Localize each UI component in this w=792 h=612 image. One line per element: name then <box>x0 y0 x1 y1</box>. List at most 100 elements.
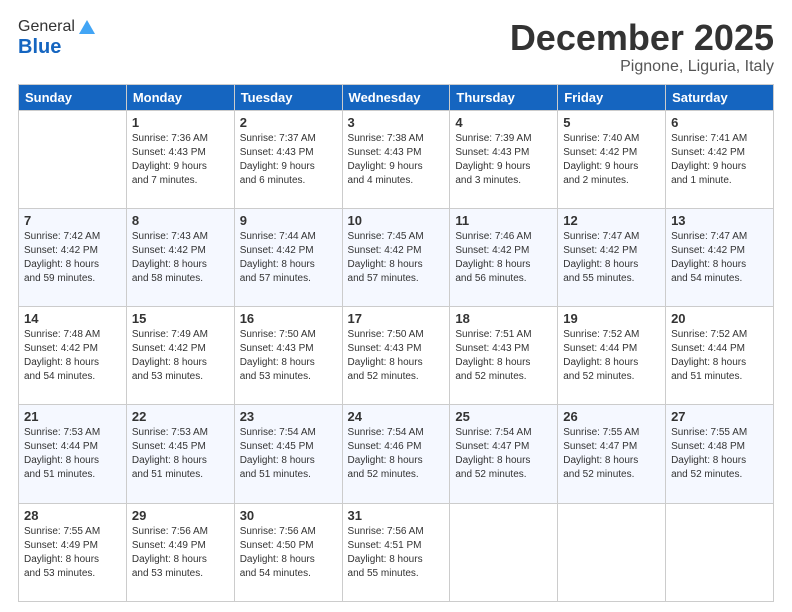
calendar-week-3: 14 Sunrise: 7:48 AM Sunset: 4:42 PM Dayli… <box>19 307 774 405</box>
calendar-cell: 4Sunrise: 7:39 AM Sunset: 4:43 PM Daylig… <box>450 110 558 208</box>
calendar-cell <box>558 503 666 601</box>
day-number: 22 <box>132 409 229 424</box>
logo: General Blue <box>18 18 95 59</box>
day-number: 15 <box>132 311 229 326</box>
col-friday: Friday <box>558 84 666 110</box>
day-info: Sunrise: 7:52 AM Sunset: 4:44 PM Dayligh… <box>563 328 660 384</box>
calendar-cell: 29Sunrise: 7:56 AM Sunset: 4:49 PM Dayli… <box>126 503 234 601</box>
month-title: December 2025 <box>510 18 774 58</box>
day-info: Sunrise: 7:52 AM Sunset: 4:44 PM Dayligh… <box>671 328 768 384</box>
calendar-cell: 11 Sunrise: 7:46 AM Sunset: 4:42 PM Dayli… <box>450 208 558 306</box>
day-number: 28 <box>24 508 121 523</box>
day-number: 21 <box>24 409 121 424</box>
header-row: Sunday Monday Tuesday Wednesday Thursday… <box>19 84 774 110</box>
calendar-cell: 27Sunrise: 7:55 AM Sunset: 4:48 PM Dayli… <box>666 405 774 503</box>
calendar-cell: 17Sunrise: 7:50 AM Sunset: 4:43 PM Dayli… <box>342 307 450 405</box>
calendar-cell: 24Sunrise: 7:54 AM Sunset: 4:46 PM Dayli… <box>342 405 450 503</box>
col-thursday: Thursday <box>450 84 558 110</box>
calendar-cell <box>666 503 774 601</box>
calendar-cell: 6Sunrise: 7:41 AM Sunset: 4:42 PM Daylig… <box>666 110 774 208</box>
day-number: 12 <box>563 213 660 228</box>
col-monday: Monday <box>126 84 234 110</box>
day-number: 13 <box>671 213 768 228</box>
day-info: Sunrise: 7:54 AM Sunset: 4:45 PM Dayligh… <box>240 426 337 482</box>
day-info: Sunrise: 7:45 AM Sunset: 4:42 PM Dayligh… <box>348 230 445 286</box>
calendar-cell: 23Sunrise: 7:54 AM Sunset: 4:45 PM Dayli… <box>234 405 342 503</box>
calendar-cell <box>19 110 127 208</box>
day-number: 31 <box>348 508 445 523</box>
day-number: 5 <box>563 115 660 130</box>
calendar-cell: 28 Sunrise: 7:55 AM Sunset: 4:49 PM Dayli… <box>19 503 127 601</box>
calendar-cell: 25Sunrise: 7:54 AM Sunset: 4:47 PM Dayli… <box>450 405 558 503</box>
calendar-week-5: 28 Sunrise: 7:55 AM Sunset: 4:49 PM Dayli… <box>19 503 774 601</box>
calendar-cell: 3 Sunrise: 7:38 AM Sunset: 4:43 PM Daylig… <box>342 110 450 208</box>
calendar-cell: 1 Sunrise: 7:36 AM Sunset: 4:43 PM Daylig… <box>126 110 234 208</box>
col-wednesday: Wednesday <box>342 84 450 110</box>
calendar-week-1: 1 Sunrise: 7:36 AM Sunset: 4:43 PM Daylig… <box>19 110 774 208</box>
day-info: Sunrise: 7:51 AM Sunset: 4:43 PM Dayligh… <box>455 328 552 384</box>
day-number: 19 <box>563 311 660 326</box>
calendar-week-4: 21 Sunrise: 7:53 AM Sunset: 4:44 PM Dayli… <box>19 405 774 503</box>
logo-general-text: General <box>18 18 75 36</box>
calendar-cell: 14 Sunrise: 7:48 AM Sunset: 4:42 PM Dayli… <box>19 307 127 405</box>
logo-blue-text: Blue <box>18 36 61 59</box>
day-info: Sunrise: 7:46 AM Sunset: 4:42 PM Dayligh… <box>455 230 552 286</box>
day-info: Sunrise: 7:47 AM Sunset: 4:42 PM Dayligh… <box>563 230 660 286</box>
day-number: 1 <box>132 115 229 130</box>
day-number: 18 <box>455 311 552 326</box>
calendar-cell: 31 Sunrise: 7:56 AM Sunset: 4:51 PM Dayli… <box>342 503 450 601</box>
calendar-cell: 15 Sunrise: 7:49 AM Sunset: 4:42 PM Dayli… <box>126 307 234 405</box>
calendar-cell: 19 Sunrise: 7:52 AM Sunset: 4:44 PM Dayli… <box>558 307 666 405</box>
day-number: 25 <box>455 409 552 424</box>
day-number: 11 <box>455 213 552 228</box>
day-number: 26 <box>563 409 660 424</box>
calendar-cell: 12 Sunrise: 7:47 AM Sunset: 4:42 PM Dayli… <box>558 208 666 306</box>
calendar-cell: 8 Sunrise: 7:43 AM Sunset: 4:42 PM Daylig… <box>126 208 234 306</box>
calendar-table: Sunday Monday Tuesday Wednesday Thursday… <box>18 84 774 602</box>
day-number: 14 <box>24 311 121 326</box>
calendar-cell: 5Sunrise: 7:40 AM Sunset: 4:42 PM Daylig… <box>558 110 666 208</box>
calendar-cell: 22Sunrise: 7:53 AM Sunset: 4:45 PM Dayli… <box>126 405 234 503</box>
calendar-cell: 21 Sunrise: 7:53 AM Sunset: 4:44 PM Dayli… <box>19 405 127 503</box>
location: Pignone, Liguria, Italy <box>510 58 774 76</box>
day-number: 6 <box>671 115 768 130</box>
day-info: Sunrise: 7:53 AM Sunset: 4:44 PM Dayligh… <box>24 426 121 482</box>
day-number: 7 <box>24 213 121 228</box>
day-info: Sunrise: 7:55 AM Sunset: 4:47 PM Dayligh… <box>563 426 660 482</box>
day-info: Sunrise: 7:56 AM Sunset: 4:51 PM Dayligh… <box>348 525 445 581</box>
col-sunday: Sunday <box>19 84 127 110</box>
day-number: 30 <box>240 508 337 523</box>
page-container: General Blue December 2025 Pignone, Ligu… <box>0 0 792 612</box>
calendar-cell: 7Sunrise: 7:42 AM Sunset: 4:42 PM Daylig… <box>19 208 127 306</box>
day-number: 10 <box>348 213 445 228</box>
day-info: Sunrise: 7:55 AM Sunset: 4:49 PM Dayligh… <box>24 525 121 581</box>
day-number: 27 <box>671 409 768 424</box>
day-info: Sunrise: 7:47 AM Sunset: 4:42 PM Dayligh… <box>671 230 768 286</box>
calendar-cell: 9Sunrise: 7:44 AM Sunset: 4:42 PM Daylig… <box>234 208 342 306</box>
logo-icon <box>77 18 95 36</box>
calendar-week-2: 7Sunrise: 7:42 AM Sunset: 4:42 PM Daylig… <box>19 208 774 306</box>
day-info: Sunrise: 7:50 AM Sunset: 4:43 PM Dayligh… <box>348 328 445 384</box>
col-saturday: Saturday <box>666 84 774 110</box>
day-info: Sunrise: 7:38 AM Sunset: 4:43 PM Dayligh… <box>348 132 445 188</box>
day-info: Sunrise: 7:36 AM Sunset: 4:43 PM Dayligh… <box>132 132 229 188</box>
day-number: 16 <box>240 311 337 326</box>
day-info: Sunrise: 7:39 AM Sunset: 4:43 PM Dayligh… <box>455 132 552 188</box>
calendar-cell: 20Sunrise: 7:52 AM Sunset: 4:44 PM Dayli… <box>666 307 774 405</box>
day-info: Sunrise: 7:56 AM Sunset: 4:50 PM Dayligh… <box>240 525 337 581</box>
day-info: Sunrise: 7:48 AM Sunset: 4:42 PM Dayligh… <box>24 328 121 384</box>
calendar-cell: 18 Sunrise: 7:51 AM Sunset: 4:43 PM Dayli… <box>450 307 558 405</box>
calendar-cell: 13 Sunrise: 7:47 AM Sunset: 4:42 PM Dayli… <box>666 208 774 306</box>
day-info: Sunrise: 7:49 AM Sunset: 4:42 PM Dayligh… <box>132 328 229 384</box>
day-number: 9 <box>240 213 337 228</box>
day-number: 8 <box>132 213 229 228</box>
day-info: Sunrise: 7:43 AM Sunset: 4:42 PM Dayligh… <box>132 230 229 286</box>
calendar-cell: 10 Sunrise: 7:45 AM Sunset: 4:42 PM Dayli… <box>342 208 450 306</box>
calendar-cell <box>450 503 558 601</box>
calendar-cell: 30 Sunrise: 7:56 AM Sunset: 4:50 PM Dayli… <box>234 503 342 601</box>
col-tuesday: Tuesday <box>234 84 342 110</box>
day-info: Sunrise: 7:37 AM Sunset: 4:43 PM Dayligh… <box>240 132 337 188</box>
day-info: Sunrise: 7:54 AM Sunset: 4:46 PM Dayligh… <box>348 426 445 482</box>
day-number: 3 <box>348 115 445 130</box>
title-block: December 2025 Pignone, Liguria, Italy <box>510 18 774 76</box>
